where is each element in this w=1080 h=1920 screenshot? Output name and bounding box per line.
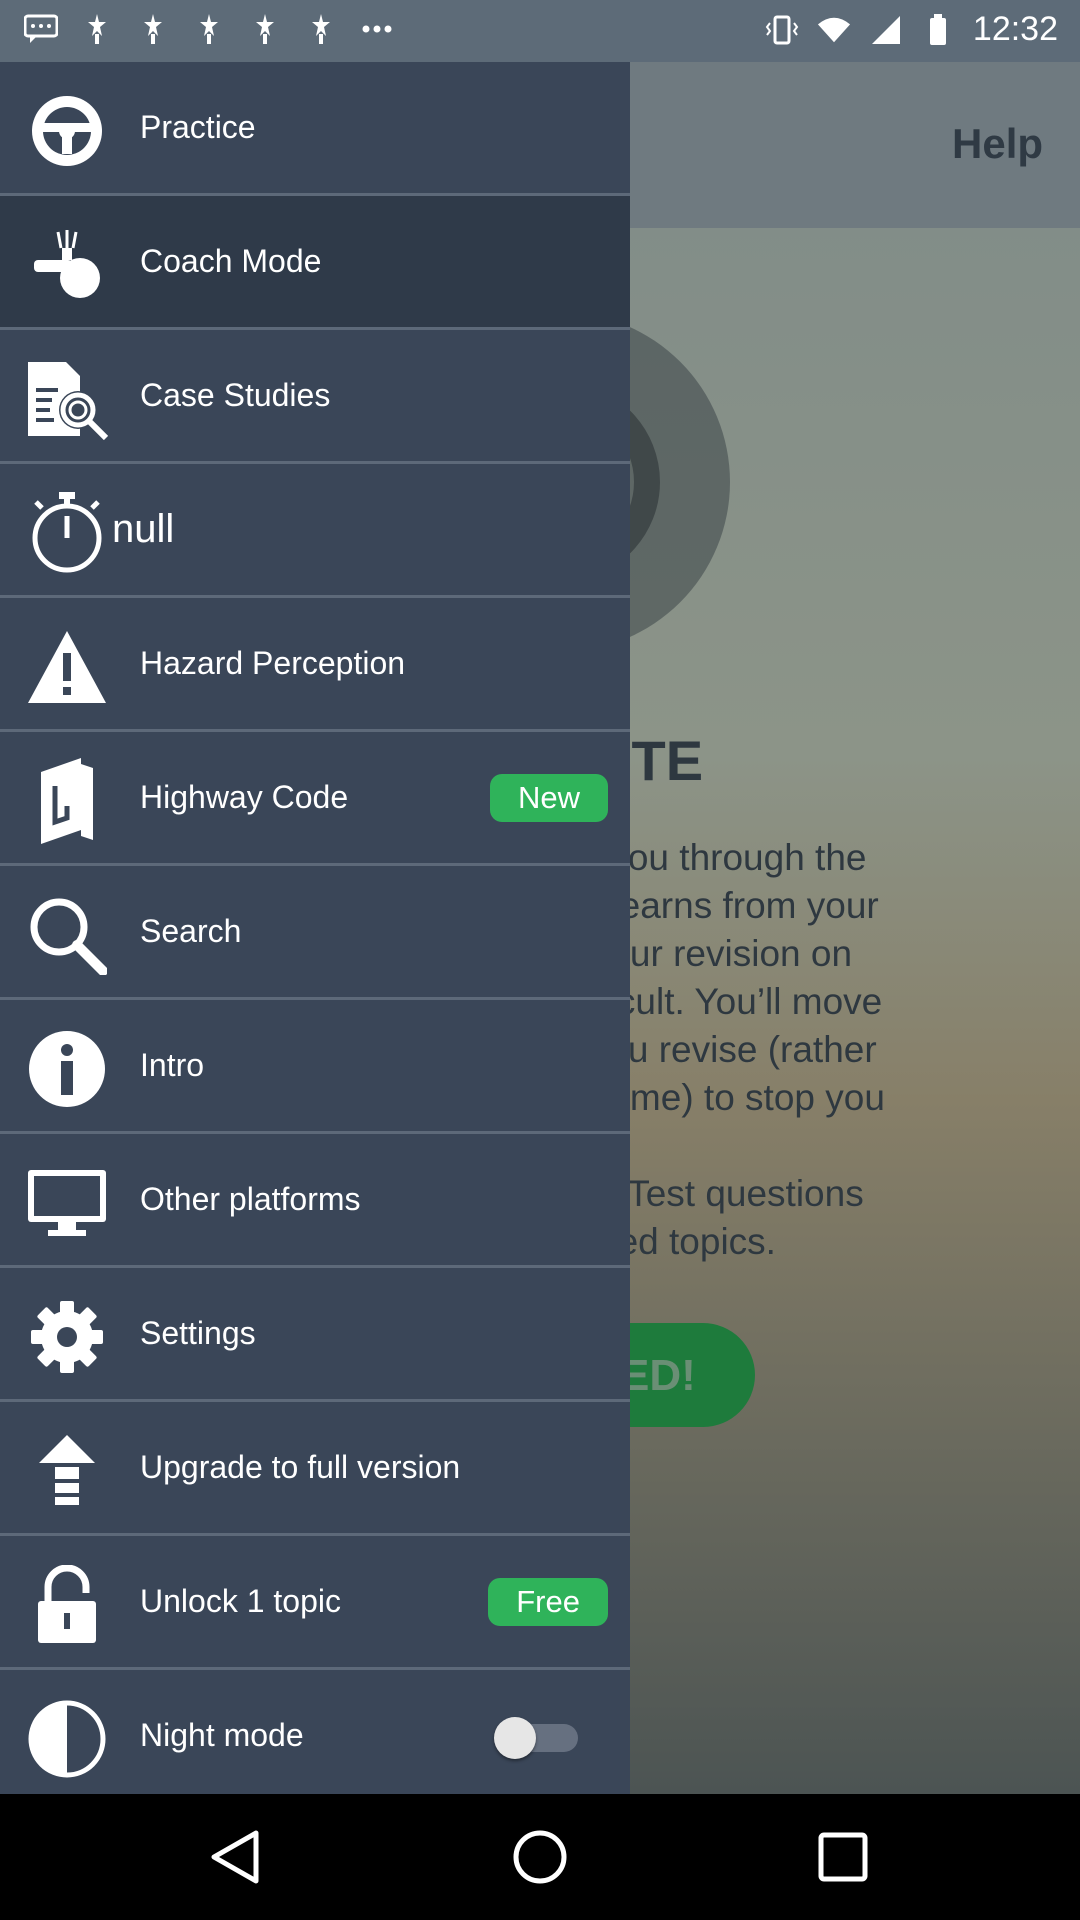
status-bar: 12:32 (0, 0, 1080, 62)
description-line: ocked topics. (560, 1221, 776, 1262)
system-navigation-bar (0, 1794, 1080, 1920)
back-icon[interactable] (200, 1822, 270, 1892)
status-bar-system: 12:32 (765, 10, 1058, 49)
status-time: 12:32 (972, 10, 1058, 48)
drawer-item-other-platforms[interactable]: Other platforms (0, 1134, 630, 1268)
description-line: ed. (560, 1122, 1080, 1170)
home-icon[interactable] (505, 1822, 575, 1892)
monitor-icon (26, 1162, 108, 1244)
gear-icon (26, 1296, 108, 1378)
drawer-item-label: Case Studies (140, 377, 331, 413)
wifi-icon (817, 13, 851, 47)
notification-icon (136, 12, 170, 46)
unlock-icon (26, 1564, 108, 1646)
notification-icon (80, 12, 114, 46)
more-dots-icon (360, 12, 394, 46)
drawer-item-label: Unlock 1 topic (140, 1583, 341, 1619)
drawer-item-upgrade[interactable]: Upgrade to full version (0, 1402, 630, 1536)
drawer-item-label: Search (140, 913, 242, 949)
vibrate-icon (765, 13, 799, 47)
drawer-item-label: Upgrade to full version (140, 1449, 461, 1485)
drawer-item-label: Intro (140, 1047, 205, 1083)
status-bar-notifications (24, 12, 394, 46)
drawer-item-label: Highway Code (140, 779, 349, 815)
night-mode-toggle[interactable] (494, 1717, 582, 1759)
upgrade-arrow-icon (26, 1430, 108, 1512)
search-icon (26, 894, 108, 976)
night-mode-icon (26, 1698, 108, 1780)
battery-icon (921, 13, 955, 47)
drawer-item-label: Hazard Perception (140, 645, 406, 681)
drawer-item-label: Other platforms (140, 1181, 361, 1217)
drawer-item-timed[interactable]: null (0, 464, 630, 598)
chat-icon (24, 12, 58, 46)
drawer-item-practice[interactable]: Practice (0, 62, 630, 196)
navigation-drawer: Practice Coach Mode Case Studies null Ha… (0, 62, 630, 1794)
drawer-item-highway-code[interactable]: Highway Code New (0, 732, 630, 866)
background-description: es you through the nd learns from your g… (560, 834, 1080, 1266)
drawer-item-label: Coach Mode (140, 243, 322, 279)
notification-icon (304, 12, 338, 46)
description-line: nd learns from your (560, 885, 879, 926)
drawer-item-label: Settings (140, 1315, 256, 1351)
description-line: ock Test questions (560, 1173, 864, 1214)
free-badge: Free (488, 1577, 608, 1626)
stopwatch-icon (26, 492, 108, 574)
notification-icon (192, 12, 226, 46)
drawer-item-search[interactable]: Search (0, 866, 630, 1000)
recents-icon[interactable] (808, 1822, 878, 1892)
signal-icon (869, 13, 903, 47)
description-line: g your revision on (560, 933, 853, 974)
coach-mode-icon (26, 224, 108, 306)
drawer-item-unlock-topic[interactable]: Unlock 1 topic Free (0, 1536, 630, 1670)
drawer-item-hazard-perception[interactable]: Hazard Perception (0, 598, 630, 732)
info-icon (26, 1028, 108, 1110)
warning-icon (26, 626, 108, 708)
description-line: es you through the (560, 837, 867, 878)
highway-code-icon (26, 758, 108, 844)
toggle-knob (494, 1717, 536, 1759)
description-line: s you revise (rather (560, 1029, 877, 1070)
drawer-item-case-studies[interactable]: Case Studies (0, 330, 630, 464)
get-started-label: ED! (620, 1351, 696, 1400)
new-badge: New (489, 773, 608, 822)
notification-icon (248, 12, 282, 46)
description-line: difficult. You’ll move (560, 981, 883, 1022)
drawer-item-coach-mode[interactable]: Coach Mode (0, 196, 630, 330)
steering-wheel-icon (26, 90, 108, 172)
drawer-item-label: Practice (140, 109, 256, 145)
drawer-item-night-mode[interactable]: Night mode (0, 1670, 630, 1794)
drawer-item-settings[interactable]: Settings (0, 1268, 630, 1402)
help-button[interactable]: Help (952, 120, 1043, 168)
case-studies-icon (26, 358, 108, 440)
description-line: t a time) to stop you (560, 1077, 885, 1118)
drawer-item-label: null (112, 507, 175, 551)
drawer-item-intro[interactable]: Intro (0, 1000, 630, 1134)
drawer-item-label: Night mode (140, 1717, 304, 1753)
